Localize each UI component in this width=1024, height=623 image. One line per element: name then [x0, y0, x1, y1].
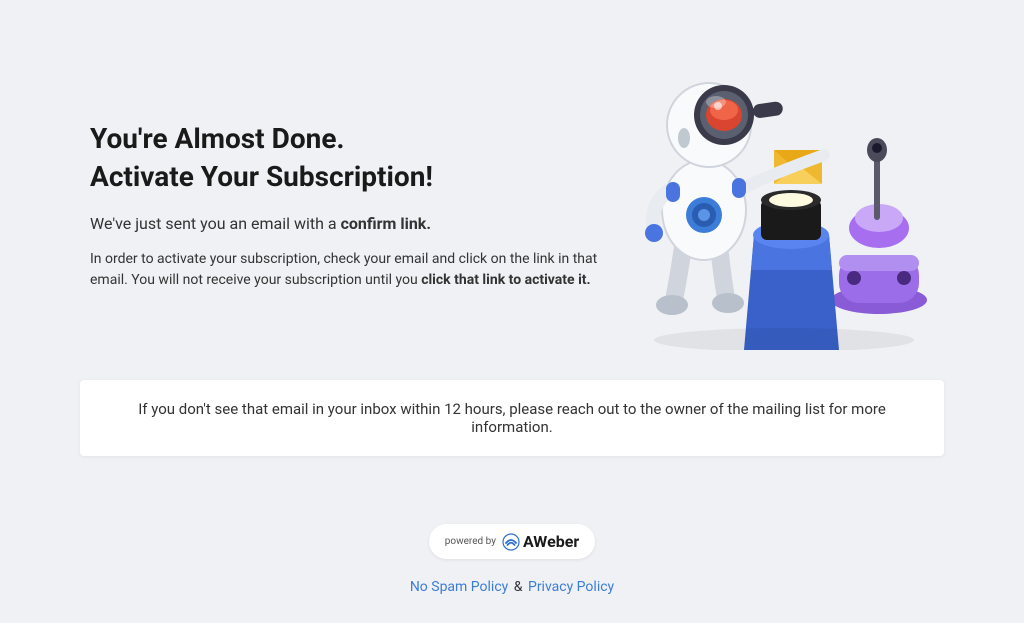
text-column: You're Almost Done. Activate Your Subscr…	[90, 30, 604, 350]
aweber-logo: AWeber	[502, 532, 579, 551]
aweber-logo-icon	[502, 533, 520, 551]
page-container: You're Almost Done. Activate Your Subscr…	[0, 0, 1024, 623]
purple-robot-icon	[831, 138, 927, 314]
subheading: We've just sent you an email with a conf…	[90, 214, 604, 233]
heading-line-2: Activate Your Subscription!	[90, 160, 433, 193]
subheading-prefix: We've just sent you an email with a	[90, 214, 341, 233]
subheading-bold: confirm link.	[341, 214, 431, 233]
content-area: You're Almost Done. Activate Your Subscr…	[0, 0, 1024, 350]
badge-prefix: powered by	[445, 536, 496, 547]
footer: powered by AWeber No Spam Policy & Priva…	[0, 524, 1024, 595]
pedestal-icon	[744, 190, 839, 350]
footer-links: No Spam Policy & Privacy Policy	[0, 579, 1024, 595]
page-title: You're Almost Done. Activate Your Subscr…	[90, 120, 604, 196]
notice-box: If you don't see that email in your inbo…	[80, 380, 944, 456]
heading-line-1: You're Almost Done.	[90, 122, 345, 155]
body-bold: click that link to activate it.	[421, 272, 590, 288]
badge-brand-text: AWeber	[523, 532, 579, 551]
notice-text: If you don't see that email in your inbo…	[138, 400, 886, 436]
powered-by-badge[interactable]: powered by AWeber	[429, 524, 595, 559]
ampersand: &	[514, 579, 523, 595]
body-text: In order to activate your subscription, …	[90, 249, 604, 291]
robot-illustration	[624, 30, 944, 350]
no-spam-policy-link[interactable]: No Spam Policy	[410, 579, 508, 595]
privacy-policy-link[interactable]: Privacy Policy	[528, 579, 614, 595]
